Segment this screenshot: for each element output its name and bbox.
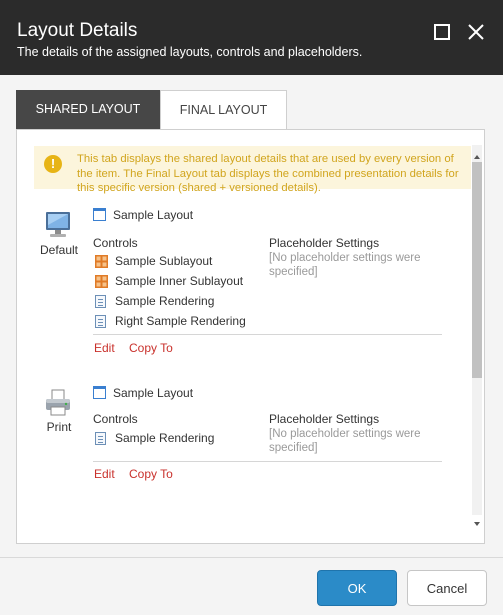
control-label: Sample Sublayout	[115, 254, 213, 268]
rendering-icon	[95, 432, 106, 445]
control-label: Right Sample Rendering	[115, 314, 246, 328]
notice-text: This tab displays the shared layout deta…	[77, 153, 459, 194]
ok-button[interactable]: OK	[317, 570, 397, 606]
dialog-body: SHARED LAYOUT FINAL LAYOUT ! This tab di…	[0, 75, 503, 557]
edit-link[interactable]: Edit	[94, 341, 115, 355]
dialog-title: Layout Details	[17, 20, 138, 41]
layout-details-panel: ! This tab displays the shared layout de…	[16, 129, 485, 544]
copy-to-link[interactable]: Copy To	[129, 341, 173, 355]
layout-name: Sample Layout	[113, 208, 194, 222]
dialog-subtitle: The details of the assigned layouts, con…	[17, 45, 363, 59]
close-icon[interactable]	[466, 22, 486, 42]
scroll-up-arrow-icon[interactable]	[472, 148, 482, 159]
cancel-button[interactable]: Cancel	[407, 570, 487, 606]
dialog-footer: OK Cancel	[0, 557, 503, 615]
copy-to-link[interactable]: Copy To	[129, 467, 173, 481]
sublayout-icon	[95, 275, 108, 288]
scroll-down-arrow-icon[interactable]	[472, 515, 482, 526]
rendering-icon	[95, 295, 106, 308]
layout-name: Sample Layout	[113, 386, 194, 400]
control-label: Sample Inner Sublayout	[115, 274, 244, 288]
tab-shared-layout[interactable]: SHARED LAYOUT	[16, 90, 160, 129]
control-label: Sample Rendering	[115, 431, 215, 445]
controls-header: Controls	[93, 412, 138, 426]
controls-header: Controls	[93, 236, 138, 250]
maximize-icon[interactable]	[432, 22, 452, 42]
rendering-icon	[95, 315, 106, 328]
layout-window-icon	[93, 208, 106, 221]
placeholder-settings-header: Placeholder Settings	[269, 412, 380, 426]
printer-icon	[43, 388, 73, 423]
control-label: Sample Rendering	[115, 294, 215, 308]
layout-window-icon	[93, 386, 106, 399]
placeholder-settings-empty: [No placeholder settings were specified]	[269, 428, 421, 454]
divider	[93, 461, 442, 462]
device-name: Default	[39, 243, 79, 257]
info-notice: ! This tab displays the shared layout de…	[34, 146, 471, 194]
placeholder-settings-header: Placeholder Settings	[269, 236, 380, 250]
device-name: Print	[46, 420, 72, 434]
monitor-icon	[43, 210, 73, 245]
tab-final-layout[interactable]: FINAL LAYOUT	[160, 90, 287, 129]
divider	[93, 334, 442, 335]
dialog-header: Layout Details The details of the assign…	[0, 0, 503, 75]
edit-link[interactable]: Edit	[94, 467, 115, 481]
scrollbar-thumb[interactable]	[472, 162, 482, 378]
warning-icon: !	[44, 155, 62, 173]
placeholder-settings-empty: [No placeholder settings were specified]	[269, 252, 421, 278]
sublayout-icon	[95, 255, 108, 268]
